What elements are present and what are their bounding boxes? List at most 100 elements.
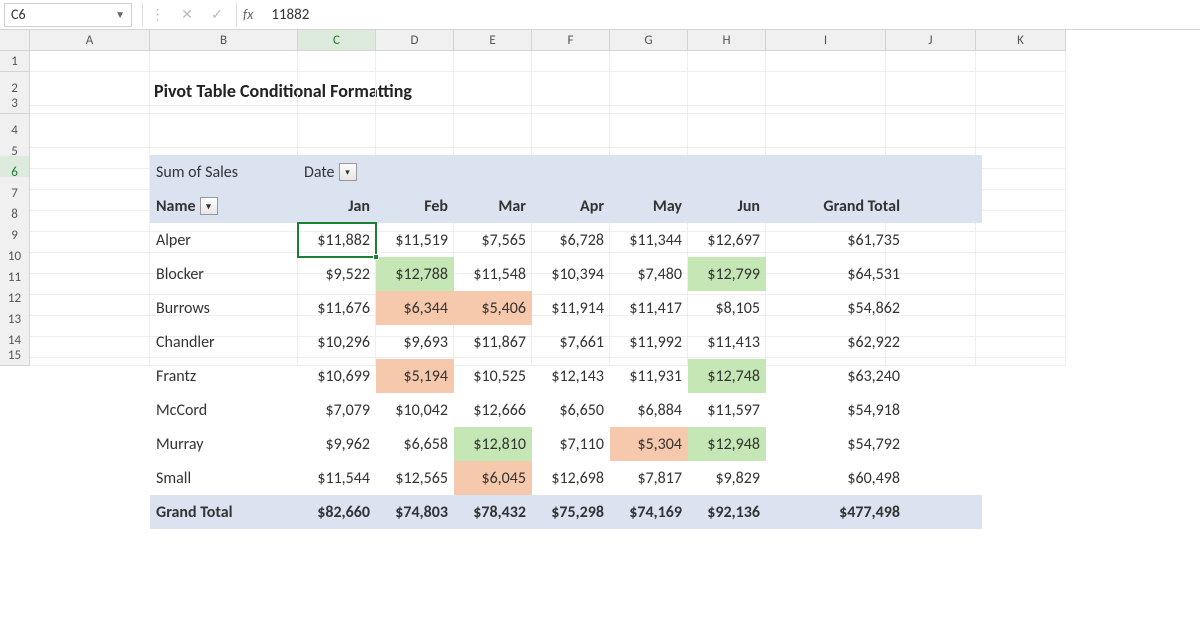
- column-header-B[interactable]: B: [150, 30, 298, 51]
- pivot-value-cell[interactable]: $12,565: [376, 461, 454, 495]
- pivot-value-cell[interactable]: $10,525: [454, 359, 532, 393]
- pivot-value-cell[interactable]: $11,417: [610, 291, 688, 325]
- pivot-month-header-apr[interactable]: Apr: [532, 189, 610, 223]
- pivot-value-cell[interactable]: $11,882: [298, 223, 376, 257]
- cell-H1[interactable]: [688, 51, 766, 72]
- pivot-row-total[interactable]: $54,862: [766, 291, 906, 325]
- pivot-value-cell[interactable]: $10,394: [532, 257, 610, 291]
- cell-G1[interactable]: [610, 51, 688, 72]
- pivot-col-total[interactable]: $78,432: [454, 495, 532, 529]
- pivot-value-cell[interactable]: $6,650: [532, 393, 610, 427]
- cell-I3[interactable]: [766, 93, 886, 114]
- pivot-row-name[interactable]: McCord: [150, 393, 298, 427]
- column-header-J[interactable]: J: [886, 30, 976, 51]
- pivot-value-cell[interactable]: $12,143: [532, 359, 610, 393]
- name-filter-button[interactable]: ▾: [200, 197, 218, 215]
- pivot-value-cell[interactable]: $11,992: [610, 325, 688, 359]
- pivot-value-cell[interactable]: $5,194: [376, 359, 454, 393]
- column-header-F[interactable]: F: [532, 30, 610, 51]
- cancel-icon[interactable]: ✕: [172, 3, 202, 27]
- pivot-value-cell[interactable]: $9,829: [688, 461, 766, 495]
- cell-K15[interactable]: [976, 345, 1066, 366]
- pivot-month-header-mar[interactable]: Mar: [454, 189, 532, 223]
- pivot-value-cell[interactable]: $12,799: [688, 257, 766, 291]
- row-header-3[interactable]: 3: [0, 93, 30, 114]
- pivot-value-cell[interactable]: $6,658: [376, 427, 454, 461]
- pivot-value-cell[interactable]: $11,676: [298, 291, 376, 325]
- pivot-value-cell[interactable]: $7,110: [532, 427, 610, 461]
- pivot-value-cell[interactable]: $10,699: [298, 359, 376, 393]
- pivot-grand-total-value[interactable]: $477,498: [766, 495, 906, 529]
- pivot-value-cell[interactable]: $7,661: [532, 325, 610, 359]
- pivot-value-cell[interactable]: $12,697: [688, 223, 766, 257]
- pivot-col-total[interactable]: $82,660: [298, 495, 376, 529]
- pivot-value-cell[interactable]: $5,304: [610, 427, 688, 461]
- cell-E1[interactable]: [454, 51, 532, 72]
- cell-B3[interactable]: [150, 93, 298, 114]
- cell-E3[interactable]: [454, 93, 532, 114]
- pivot-value-cell[interactable]: $12,948: [688, 427, 766, 461]
- fx-label[interactable]: fx: [236, 3, 259, 27]
- select-all-corner[interactable]: [0, 30, 30, 51]
- cell-D1[interactable]: [376, 51, 454, 72]
- pivot-row-total[interactable]: $64,531: [766, 257, 906, 291]
- cell-C3[interactable]: [298, 93, 376, 114]
- column-header-H[interactable]: H: [688, 30, 766, 51]
- pivot-row-name[interactable]: Chandler: [150, 325, 298, 359]
- pivot-value-cell[interactable]: $10,296: [298, 325, 376, 359]
- pivot-row-total[interactable]: $62,922: [766, 325, 906, 359]
- pivot-value-cell[interactable]: $9,693: [376, 325, 454, 359]
- cell-C1[interactable]: [298, 51, 376, 72]
- pivot-value-cell[interactable]: $12,748: [688, 359, 766, 393]
- cell-F1[interactable]: [532, 51, 610, 72]
- column-header-E[interactable]: E: [454, 30, 532, 51]
- column-header-G[interactable]: G: [610, 30, 688, 51]
- column-header-K[interactable]: K: [976, 30, 1066, 51]
- fill-handle[interactable]: [373, 254, 379, 260]
- pivot-row-name[interactable]: Frantz: [150, 359, 298, 393]
- pivot-month-header-jan[interactable]: Jan: [298, 189, 376, 223]
- pivot-row-name[interactable]: Alper: [150, 223, 298, 257]
- pivot-value-cell[interactable]: $7,079: [298, 393, 376, 427]
- pivot-value-cell[interactable]: $6,728: [532, 223, 610, 257]
- cell-K3[interactable]: [976, 93, 1066, 114]
- pivot-month-header-feb[interactable]: Feb: [376, 189, 454, 223]
- pivot-row-total[interactable]: $54,918: [766, 393, 906, 427]
- pivot-value-cell[interactable]: $7,565: [454, 223, 532, 257]
- cell-J1[interactable]: [886, 51, 976, 72]
- row-header-15[interactable]: 15: [0, 345, 30, 366]
- cell-G3[interactable]: [610, 93, 688, 114]
- pivot-value-cell[interactable]: $9,522: [298, 257, 376, 291]
- pivot-month-header-jun[interactable]: Jun: [688, 189, 766, 223]
- pivot-value-cell[interactable]: $11,548: [454, 257, 532, 291]
- pivot-col-total[interactable]: $74,169: [610, 495, 688, 529]
- pivot-value-cell[interactable]: $7,817: [610, 461, 688, 495]
- cell-D3[interactable]: [376, 93, 454, 114]
- pivot-value-cell[interactable]: $12,666: [454, 393, 532, 427]
- dropdown-icon[interactable]: ▼: [115, 8, 125, 21]
- pivot-value-cell[interactable]: $6,045: [454, 461, 532, 495]
- pivot-row-name[interactable]: Blocker: [150, 257, 298, 291]
- cell-J3[interactable]: [886, 93, 976, 114]
- pivot-row-name[interactable]: Murray: [150, 427, 298, 461]
- pivot-col-total[interactable]: $92,136: [688, 495, 766, 529]
- pivot-grand-total-header[interactable]: Grand Total: [766, 189, 906, 223]
- cell-F3[interactable]: [532, 93, 610, 114]
- cell-K1[interactable]: [976, 51, 1066, 72]
- date-filter-button[interactable]: ▾: [339, 163, 357, 181]
- pivot-value-cell[interactable]: $11,544: [298, 461, 376, 495]
- cell-A15[interactable]: [30, 345, 150, 366]
- cell-H3[interactable]: [688, 93, 766, 114]
- pivot-col-total[interactable]: $75,298: [532, 495, 610, 529]
- pivot-row-name[interactable]: Small: [150, 461, 298, 495]
- formula-input[interactable]: 11882: [259, 3, 1200, 27]
- pivot-col-total[interactable]: $74,803: [376, 495, 454, 529]
- cell-A3[interactable]: [30, 93, 150, 114]
- enter-icon[interactable]: ✓: [202, 3, 232, 27]
- pivot-month-header-may[interactable]: May: [610, 189, 688, 223]
- pivot-value-cell[interactable]: $6,344: [376, 291, 454, 325]
- pivot-value-cell[interactable]: $11,413: [688, 325, 766, 359]
- column-header-D[interactable]: D: [376, 30, 454, 51]
- cell-I1[interactable]: [766, 51, 886, 72]
- pivot-value-cell[interactable]: $11,867: [454, 325, 532, 359]
